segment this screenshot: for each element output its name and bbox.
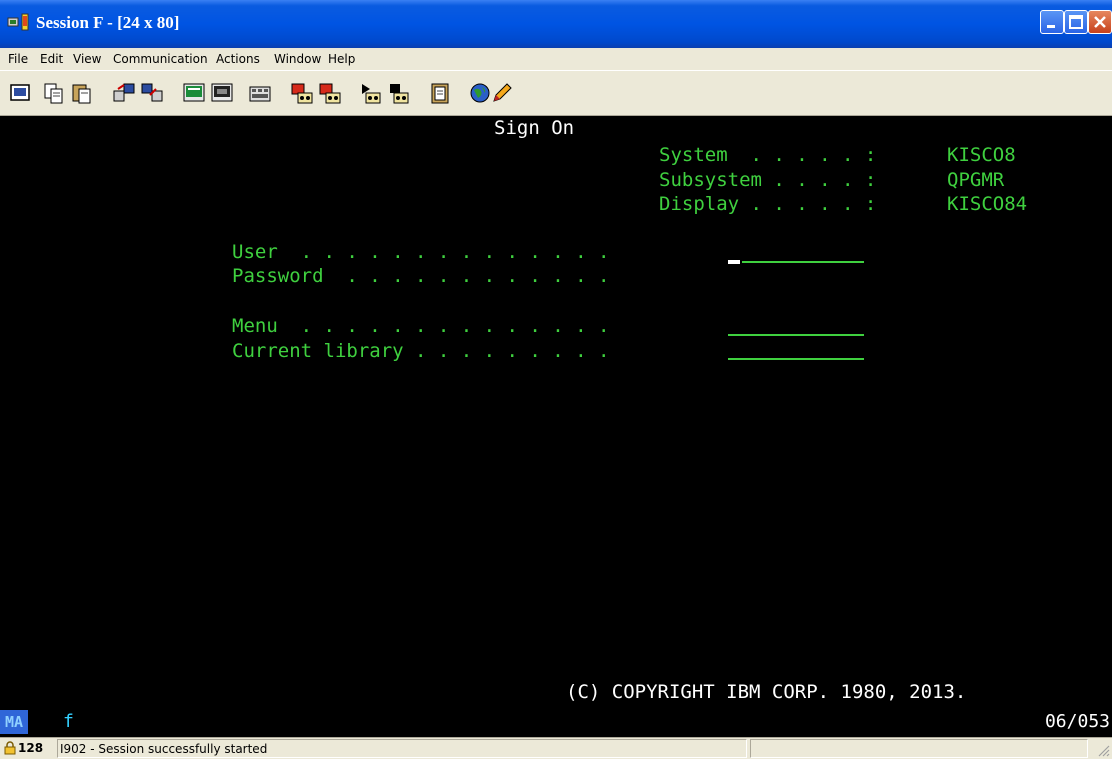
close-icon <box>1094 16 1106 28</box>
maximize-button[interactable] <box>1064 10 1088 34</box>
window-title: Session F - [24 x 80] <box>36 13 180 32</box>
minimize-icon <box>1047 25 1055 28</box>
resize-grip-icon[interactable] <box>1096 743 1110 757</box>
menu-actions[interactable]: Actions <box>216 52 260 66</box>
display-label: Display . . . . . : <box>659 193 877 215</box>
user-label: User . . . . . . . . . . . . . . <box>232 241 610 263</box>
status-bar: 128 I902 - Session successfully started <box>0 737 1112 759</box>
clipboard-icon[interactable] <box>428 81 452 105</box>
title-bar[interactable]: Session F - [24 x 80] <box>0 0 1112 48</box>
status-secondary-panel <box>750 739 1088 758</box>
copy-icon[interactable] <box>42 81 66 105</box>
receive-icon[interactable] <box>140 81 164 105</box>
session-icon <box>7 13 29 31</box>
user-input[interactable] <box>742 261 864 263</box>
menu-view[interactable]: View <box>73 52 101 66</box>
copyright-text: (C) COPYRIGHT IBM CORP. 1980, 2013. <box>566 681 967 703</box>
password-input[interactable] <box>728 285 864 287</box>
menu-file[interactable]: File <box>8 52 28 66</box>
menu-input[interactable] <box>728 334 864 336</box>
operator-info-area: MA f 06/053 <box>0 708 1112 737</box>
screen-heading: Sign On <box>494 117 575 139</box>
minimize-button[interactable] <box>1040 10 1064 34</box>
oia-indicator: f <box>63 711 74 732</box>
status-code: 128 <box>18 741 44 755</box>
print-screen-icon[interactable] <box>8 81 32 105</box>
maximize-icon <box>1069 15 1083 29</box>
play-macro-icon[interactable] <box>358 81 382 105</box>
cursor-position: 06/053 <box>1044 711 1110 732</box>
menu-edit[interactable]: Edit <box>40 52 63 66</box>
send-icon[interactable] <box>112 81 136 105</box>
keyboard-map-icon[interactable] <box>210 81 234 105</box>
subsystem-value: QPGMR <box>947 169 1005 191</box>
stop-macro-icon[interactable] <box>318 81 342 105</box>
terminal-screen[interactable]: Sign On System . . . . . : KISCO8 Subsys… <box>0 116 1112 708</box>
paste-icon[interactable] <box>70 81 94 105</box>
connection-mode-indicator: MA <box>0 710 28 734</box>
menu-label: Menu . . . . . . . . . . . . . . <box>232 315 610 337</box>
globe-help-icon[interactable] <box>468 81 492 105</box>
current-library-input[interactable] <box>728 358 864 360</box>
macro-list-icon[interactable] <box>386 81 410 105</box>
toolbar <box>0 70 1112 116</box>
record-macro-icon[interactable] <box>290 81 314 105</box>
system-value: KISCO8 <box>947 144 1016 166</box>
system-label: System . . . . . : <box>659 144 877 166</box>
display-value: KISCO84 <box>947 193 1028 215</box>
menu-help[interactable]: Help <box>328 52 355 66</box>
current-library-label: Current library . . . . . . . . . <box>232 340 610 362</box>
password-label: Password . . . . . . . . . . . . <box>232 265 610 287</box>
popup-keypad-icon[interactable] <box>248 81 272 105</box>
text-cursor <box>728 260 740 264</box>
subsystem-label: Subsystem . . . . : <box>659 169 877 191</box>
menu-window[interactable]: Window <box>274 52 321 66</box>
status-message: I902 - Session successfully started <box>60 742 268 756</box>
lock-icon <box>4 741 16 755</box>
menu-bar: File Edit View Communication Actions Win… <box>0 48 1112 70</box>
pencil-icon[interactable] <box>490 81 514 105</box>
menu-communication[interactable]: Communication <box>113 52 208 66</box>
close-button[interactable] <box>1088 10 1112 34</box>
display-setup-icon[interactable] <box>182 81 206 105</box>
